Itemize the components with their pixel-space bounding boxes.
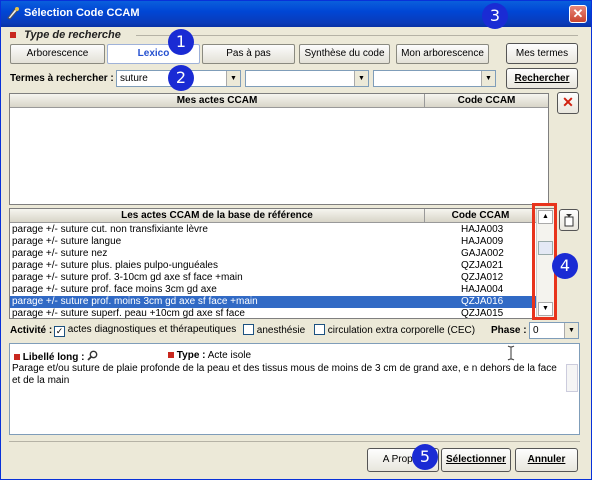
phase-select[interactable]: 0 ▼ bbox=[529, 322, 579, 339]
act-code: HAJA009 bbox=[461, 236, 504, 247]
libelle-long-label: Libellé long : bbox=[14, 350, 98, 363]
table-row[interactable]: parage +/- suture cut. non transfixiante… bbox=[10, 224, 536, 236]
act-code: QZJA016 bbox=[461, 296, 504, 307]
divider bbox=[136, 35, 578, 36]
activity-label: Activité : bbox=[10, 325, 53, 336]
mes-termes-button[interactable]: Mes termes bbox=[506, 43, 578, 64]
checkbox[interactable]: ✓ bbox=[54, 326, 65, 337]
table-row[interactable]: parage +/- suture prof. face moins 3cm g… bbox=[10, 284, 536, 296]
chevron-down-icon[interactable]: ▼ bbox=[354, 71, 368, 86]
my-acts-col-code[interactable]: Code CCAM bbox=[425, 94, 548, 108]
act-code: QZJA015 bbox=[461, 308, 504, 319]
rechercher-button[interactable]: Rechercher bbox=[506, 68, 578, 89]
tab-arborescence[interactable]: Arborescence bbox=[10, 44, 105, 64]
table-row[interactable]: parage +/- suture plus. plaies pulpo-ung… bbox=[10, 260, 536, 272]
callout-3: 3 bbox=[482, 3, 508, 29]
search-label: Termes à rechercher : bbox=[10, 73, 114, 84]
tab-pas-a-pas[interactable]: Pas à pas bbox=[202, 44, 295, 64]
bullet-icon bbox=[14, 354, 20, 360]
act-libelle: parage +/- suture langue bbox=[12, 236, 122, 247]
table-row[interactable]: parage +/- suture prof. 3-10cm gd axe sf… bbox=[10, 272, 536, 284]
annuler-button[interactable]: Annuler bbox=[515, 448, 578, 472]
phase-label: Phase : bbox=[491, 325, 527, 336]
chevron-down-icon[interactable]: ▼ bbox=[481, 71, 495, 86]
checkbox[interactable] bbox=[314, 324, 325, 335]
act-libelle: parage +/- suture cut. non transfixiante… bbox=[12, 224, 208, 235]
table-row[interactable]: parage +/- suture nez GAJA002 bbox=[10, 248, 536, 260]
act-code: QZJA012 bbox=[461, 272, 504, 283]
text-cursor-icon bbox=[507, 345, 515, 361]
act-libelle: parage +/- suture nez bbox=[12, 248, 108, 259]
my-acts-col-libelle[interactable]: Mes actes CCAM bbox=[10, 94, 425, 108]
act-libelle: parage +/- suture plus. plaies pulpo-ung… bbox=[12, 260, 218, 271]
act-code: HAJA003 bbox=[461, 224, 504, 235]
act-code: HAJA004 bbox=[461, 284, 504, 295]
callout-2: 2 bbox=[168, 65, 194, 91]
magnifier-icon[interactable] bbox=[87, 350, 98, 361]
activity-anesthesie-option[interactable]: anesthésie bbox=[243, 324, 305, 336]
my-acts-grid[interactable]: Mes actes CCAM Code CCAM bbox=[9, 93, 549, 205]
checkbox[interactable] bbox=[243, 324, 254, 335]
act-libelle: parage +/- suture prof. face moins 3cm g… bbox=[12, 284, 217, 295]
table-row[interactable]: parage +/- suture superf. peau +10cm gd … bbox=[10, 308, 536, 320]
search-term-3[interactable]: ▼ bbox=[373, 70, 496, 87]
callout-5: 5 bbox=[412, 444, 438, 470]
details-scrollbar[interactable] bbox=[566, 364, 578, 392]
dialog-window: Sélection Code CCAM ✕ Type de recherche … bbox=[0, 0, 592, 480]
tab-mon-arborescence[interactable]: Mon arborescence bbox=[396, 44, 489, 64]
activity-diag-option[interactable]: ✓ actes diagnostiques et thérapeutiques bbox=[54, 324, 236, 337]
details-panel: Libellé long : Type : Acte isole Parage … bbox=[9, 343, 580, 435]
act-libelle: parage +/- suture prof. moins 3cm gd axe… bbox=[12, 296, 258, 307]
app-icon bbox=[7, 7, 19, 20]
close-icon[interactable]: ✕ bbox=[569, 5, 587, 23]
act-code: GAJA002 bbox=[461, 248, 504, 259]
search-term-2[interactable]: ▼ bbox=[245, 70, 369, 87]
base-acts-col-code[interactable]: Code CCAM bbox=[425, 209, 536, 223]
base-acts-grid[interactable]: Les actes CCAM de la base de référence C… bbox=[9, 208, 555, 319]
chevron-down-icon[interactable]: ▼ bbox=[226, 71, 240, 86]
chevron-down-icon[interactable]: ▼ bbox=[564, 323, 578, 338]
delete-icon[interactable]: ✕ bbox=[557, 92, 579, 114]
callout-1: 1 bbox=[168, 29, 194, 55]
footer-divider bbox=[9, 441, 580, 442]
table-row[interactable]: parage +/- suture prof. moins 3cm gd axe… bbox=[10, 296, 536, 308]
bullet-icon bbox=[168, 352, 174, 358]
act-libelle: parage +/- suture superf. peau +10cm gd … bbox=[12, 308, 245, 319]
libelle-long-text: Parage et/ou suture de plaie profonde de… bbox=[12, 363, 557, 386]
selectionner-button[interactable]: Sélectionner bbox=[441, 448, 511, 472]
tab-synthese[interactable]: Synthèse du code bbox=[299, 44, 390, 64]
search-type-heading: Type de recherche bbox=[10, 29, 121, 41]
base-acts-col-libelle[interactable]: Les actes CCAM de la base de référence bbox=[10, 209, 425, 223]
add-to-my-acts-icon[interactable] bbox=[559, 209, 579, 231]
type-field: Type : Acte isole bbox=[168, 350, 251, 361]
window-title: Sélection Code CCAM bbox=[24, 7, 140, 19]
act-libelle: parage +/- suture prof. 3-10cm gd axe sf… bbox=[12, 272, 243, 283]
table-row[interactable]: parage +/- suture langue HAJA009 bbox=[10, 236, 536, 248]
activity-cec-option[interactable]: circulation extra corporelle (CEC) bbox=[314, 324, 475, 336]
act-code: QZJA021 bbox=[461, 260, 504, 271]
callout-4: 4 bbox=[552, 253, 578, 279]
bullet-icon bbox=[10, 32, 16, 38]
